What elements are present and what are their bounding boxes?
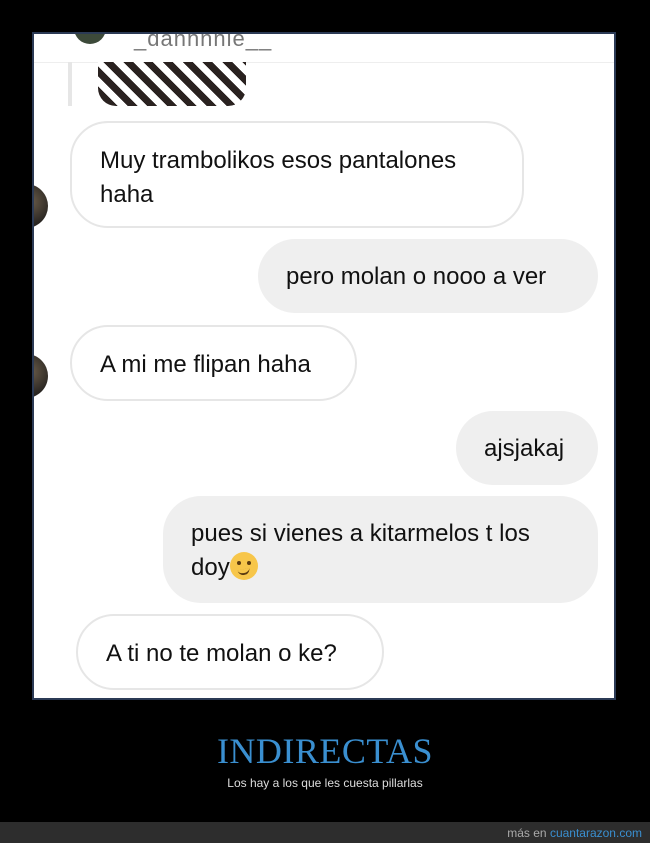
message-bubble-outgoing[interactable]: pero molan o nooo a ver bbox=[258, 239, 598, 313]
site-footer: más en cuantarazon.com bbox=[0, 822, 650, 843]
message-bubble-incoming[interactable]: Muy trambolikos esos pantalones haha bbox=[70, 121, 524, 228]
footer-text: más en cuantarazon.com bbox=[507, 826, 642, 840]
message-bubble-incoming[interactable]: A mi me flipan haha bbox=[70, 325, 357, 401]
contact-avatar-small[interactable] bbox=[34, 184, 48, 228]
shared-photo[interactable] bbox=[98, 62, 246, 106]
reply-indicator bbox=[68, 62, 72, 106]
message-bubble-outgoing[interactable]: ajsjakaj bbox=[456, 411, 598, 485]
footer-prefix: más en bbox=[507, 826, 550, 840]
message-bubble-incoming[interactable]: A ti no te molan o ke? bbox=[76, 614, 384, 690]
contact-avatar[interactable] bbox=[74, 34, 106, 44]
contact-avatar-small[interactable] bbox=[34, 354, 48, 398]
woozy-face-icon bbox=[229, 552, 258, 580]
contact-username[interactable]: _dannnnie__ bbox=[134, 34, 272, 52]
message-bubble-outgoing[interactable]: pues si vienes a kitarmelos t los doy bbox=[163, 496, 598, 603]
site-link[interactable]: cuantarazon.com bbox=[550, 826, 642, 840]
post-subtitle: Los hay a los que les cuesta pillarlas bbox=[227, 776, 423, 790]
chat-screenshot: _dannnnie__ Muy trambolikos esos pantalo… bbox=[32, 32, 616, 700]
post-title: INDIRECTAS bbox=[216, 731, 434, 771]
